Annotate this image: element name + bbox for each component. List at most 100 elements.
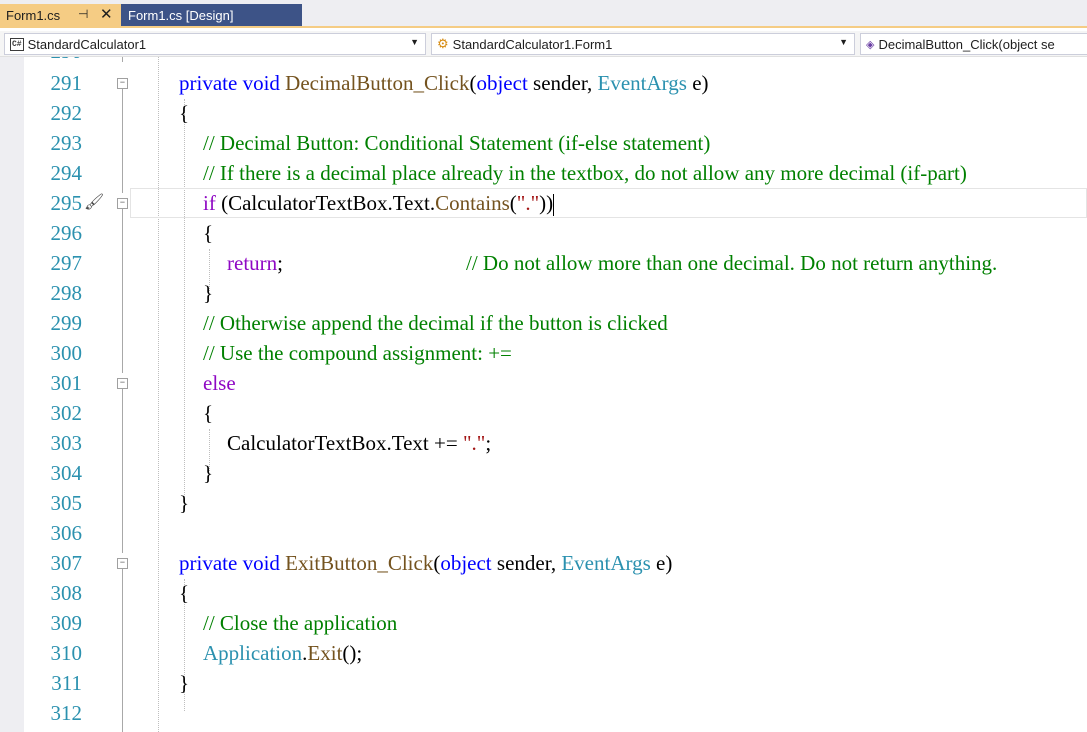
collapse-icon[interactable]: − — [117, 78, 128, 89]
code-token: sender, — [527, 71, 598, 95]
code-token: return — [227, 251, 278, 275]
line-number: 300 — [50, 341, 83, 365]
code-token: { — [179, 581, 190, 605]
code-line[interactable]: CalculatorTextBox.Text += "."; — [227, 428, 491, 458]
code-token: { — [203, 221, 214, 245]
trailing-comment: // Do not allow more than one decimal. D… — [466, 251, 998, 275]
code-token: } — [203, 281, 214, 305]
code-token: // Decimal Button: Conditional Statement… — [203, 131, 711, 155]
code-token: else — [203, 371, 236, 395]
code-token: "." — [462, 431, 486, 455]
collapse-icon[interactable]: − — [117, 198, 128, 209]
line-number: 312 — [50, 701, 83, 725]
pin-icon[interactable]: ⊣ — [78, 7, 88, 21]
document-tab-strip: Form1.cs ⊣ ✕ Form1.cs [Design] — [0, 0, 1087, 28]
code-token: ExitButton_Click — [285, 551, 434, 575]
code-token: private — [179, 551, 238, 575]
code-line[interactable]: else — [203, 368, 236, 398]
line-number: 297 — [50, 251, 83, 275]
line-number: 309 — [50, 611, 83, 635]
line-number: 293 — [50, 131, 83, 155]
code-line[interactable]: } — [179, 668, 189, 698]
navigation-bar: C# StandardCalculator1 ▼ ⚙ StandardCalcu… — [0, 31, 1087, 57]
code-line[interactable]: // Decimal Button: Conditional Statement… — [203, 128, 710, 158]
code-line[interactable]: } — [203, 278, 213, 308]
close-icon[interactable]: ✕ — [100, 5, 113, 23]
chevron-down-icon[interactable]: ▼ — [839, 37, 848, 47]
code-line[interactable]: // If there is a decimal place already i… — [203, 158, 967, 188]
code-line[interactable]: { — [179, 578, 189, 608]
quick-actions-brush-icon[interactable]: 🖌 — [84, 192, 104, 212]
code-line[interactable]: { — [203, 218, 213, 248]
line-number: 291 — [50, 71, 83, 95]
outline-line — [122, 84, 123, 193]
line-number: 301 — [50, 371, 83, 395]
code-line[interactable]: private void ExitButton_Click(object sen… — [179, 548, 672, 578]
line-number: 298 — [50, 281, 83, 305]
code-line[interactable]: // Otherwise append the decimal if the b… — [203, 308, 668, 338]
code-token: if — [203, 191, 216, 215]
indent-guide — [158, 57, 159, 732]
private-method-icon: ◈ — [866, 38, 875, 51]
line-number-gutter: 290 291 292 293 294 295 296 297 298 299 300 301 302… — [24, 57, 84, 732]
outline-line — [122, 204, 123, 373]
code-token: (CalculatorTextBox.Text. — [215, 191, 436, 215]
code-token: e) — [686, 71, 709, 95]
project-dropdown-label: StandardCalculator1 — [27, 36, 147, 52]
outline-line — [122, 564, 123, 732]
code-line[interactable]: // Close the application — [203, 608, 397, 638]
line-number: 311 — [51, 671, 82, 695]
code-token: // If there is a decimal place already i… — [203, 161, 967, 185]
code-token: // Close the application — [203, 611, 398, 635]
code-editor[interactable]: 290 291 292 293 294 295 296 297 298 299 300 301 302… — [0, 57, 1087, 732]
code-token: (); — [342, 641, 363, 665]
code-line[interactable]: } — [179, 488, 189, 518]
code-token: EventArgs — [561, 551, 651, 575]
code-token: } — [203, 461, 214, 485]
selection-margin — [0, 57, 24, 732]
line-number: 308 — [50, 581, 83, 605]
code-line[interactable]: private void DecimalButton_Click(object … — [179, 68, 709, 98]
tab-form1-design[interactable]: Form1.cs [Design] — [121, 4, 302, 26]
member-dropdown[interactable]: ◈ DecimalButton_Click(object se — [860, 33, 1087, 55]
code-line[interactable]: if (CalculatorTextBox.Text.Contains(".")… — [203, 188, 555, 218]
line-number: 310 — [50, 641, 83, 665]
line-number: 295 — [50, 191, 83, 215]
line-number: 307 — [50, 551, 83, 575]
tab-accent-line — [0, 26, 1087, 28]
code-token: { — [179, 101, 190, 125]
code-token: ( — [509, 191, 517, 215]
code-line[interactable]: { — [203, 398, 213, 428]
code-line[interactable]: return; — [227, 248, 283, 278]
member-dropdown-label: DecimalButton_Click(object se — [878, 36, 1055, 52]
line-number: 296 — [50, 221, 83, 245]
code-line[interactable]: // Use the compound assignment: += — [203, 338, 512, 368]
code-token: private — [179, 71, 238, 95]
project-dropdown[interactable]: C# StandardCalculator1 ▼ — [4, 33, 426, 55]
code-line[interactable]: } — [203, 458, 213, 488]
type-dropdown[interactable]: ⚙ StandardCalculator1.Form1 ▼ — [431, 33, 855, 55]
line-number: 302 — [50, 401, 83, 425]
tab-form1-cs[interactable]: Form1.cs ⊣ ✕ — [0, 4, 121, 26]
code-line[interactable]: { — [179, 98, 189, 128]
code-token: ; — [277, 251, 283, 275]
collapse-icon[interactable]: − — [117, 378, 128, 389]
code-line[interactable]: Application.Exit(); — [203, 638, 362, 668]
collapse-icon[interactable]: − — [117, 558, 128, 569]
code-token: object — [440, 551, 492, 575]
text-caret — [553, 194, 555, 217]
code-token: "." — [516, 191, 540, 215]
tab-label: Form1.cs — [6, 7, 61, 23]
line-number: 305 — [50, 491, 83, 515]
line-number: 299 — [50, 311, 83, 335]
code-token: { — [203, 401, 214, 425]
code-token: DecimalButton_Click — [285, 71, 470, 95]
csharp-project-icon: C# — [10, 37, 24, 51]
chevron-down-icon[interactable]: ▼ — [410, 37, 419, 47]
code-token: e) — [650, 551, 673, 575]
indent-guide — [184, 99, 185, 501]
code-token: sender, — [491, 551, 562, 575]
code-token: void — [242, 71, 280, 95]
code-token: object — [476, 71, 528, 95]
code-token: // Use the compound assignment: += — [203, 341, 512, 365]
